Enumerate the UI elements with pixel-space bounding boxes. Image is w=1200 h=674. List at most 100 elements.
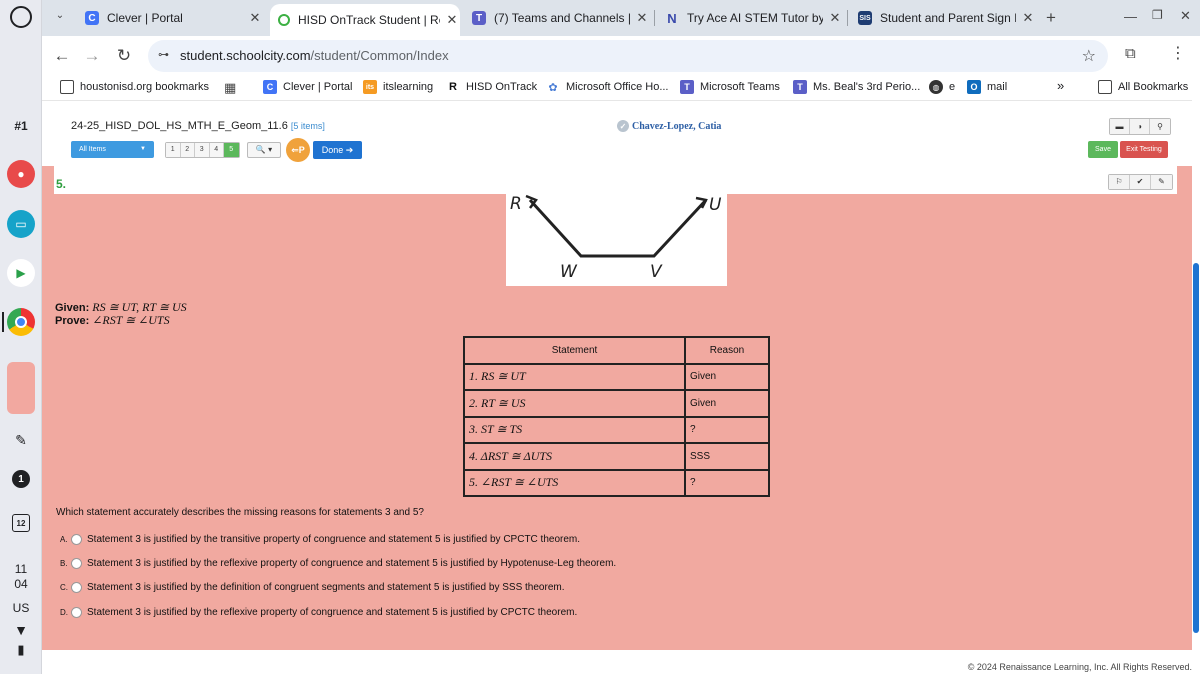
zoom-dropdown[interactable]: 🔍 ▾: [247, 142, 281, 158]
choice-a[interactable]: A. Statement 3 is justified by the transi…: [60, 534, 580, 545]
teams-icon: T: [472, 11, 486, 25]
extensions-icon[interactable]: ⧉: [1125, 45, 1136, 62]
site-info-icon[interactable]: ⊶: [158, 48, 169, 61]
radio-button[interactable]: [71, 582, 82, 593]
wifi-icon[interactable]: ▼: [0, 622, 42, 638]
contrast-icon[interactable]: ◑: [1130, 119, 1150, 134]
battery-icon[interactable]: ▮: [0, 642, 42, 658]
bookmark-star-icon[interactable]: ☆: [1082, 46, 1096, 66]
radio-button[interactable]: [71, 558, 82, 569]
close-tab-icon[interactable]: ✕: [1020, 10, 1036, 26]
tab-sis[interactable]: SIS Student and Parent Sign In ✕: [850, 6, 1036, 30]
classroom-app-icon[interactable]: ▭: [7, 210, 35, 238]
new-tab-icon[interactable]: +: [1046, 8, 1056, 28]
vertex-label-u: U: [709, 195, 722, 215]
restore-icon[interactable]: ❐: [1152, 8, 1163, 22]
minimize-icon[interactable]: —: [1124, 9, 1137, 24]
close-tab-icon[interactable]: ✕: [827, 10, 843, 26]
question-nav-4[interactable]: 4: [209, 143, 224, 157]
choice-b[interactable]: B. Statement 3 is justified by the reflex…: [60, 558, 616, 569]
scrollbar-thumb[interactable]: [1193, 263, 1199, 633]
palette-app-icon[interactable]: ●: [7, 160, 35, 188]
done-button[interactable]: Done ➔: [313, 141, 362, 159]
proof-table: Statement Reason 1. RS ≅ UT Given 2. RT …: [463, 336, 770, 497]
magnify-icon[interactable]: ⚲: [1150, 119, 1170, 134]
close-window-icon[interactable]: ✕: [1180, 8, 1191, 24]
apps-grid-icon: ▦: [224, 80, 237, 95]
question-nav-3[interactable]: 3: [195, 143, 210, 157]
notification-count[interactable]: 1: [12, 470, 30, 488]
print-icon[interactable]: ▬: [1110, 119, 1130, 134]
calendar-icon[interactable]: 12: [12, 514, 30, 532]
edit-icon[interactable]: ✎: [1151, 175, 1172, 189]
address-bar[interactable]: ⊶ student.schoolcity.com/student/Common/…: [148, 40, 1108, 72]
tab-clever[interactable]: C Clever | Portal ✕: [77, 6, 263, 30]
url-text[interactable]: student.schoolcity.com/student/Common/In…: [180, 48, 449, 63]
item-filter-dropdown[interactable]: All Items ▼: [71, 141, 154, 158]
desk-indicator[interactable]: #1: [0, 119, 42, 133]
vertex-label-v: V: [650, 262, 663, 282]
tab-search-icon[interactable]: ⌄: [52, 10, 68, 26]
bookmark-office[interactable]: ✿ Microsoft Office Ho...: [546, 80, 669, 94]
question-nav-1[interactable]: 1: [166, 143, 181, 157]
question-nav-2[interactable]: 2: [180, 143, 195, 157]
folder-icon: [60, 80, 74, 94]
close-tab-icon[interactable]: ✕: [247, 10, 263, 26]
bookmarks-overflow[interactable]: »: [1057, 78, 1064, 93]
choice-c[interactable]: C. Statement 3 is justified by the defini…: [60, 582, 565, 593]
forward-icon[interactable]: →: [80, 44, 104, 68]
proof-row: 4. ΔRST ≅ ΔUTS SSS: [463, 442, 770, 471]
web-page: 24-25_HISD_DOL_HS_MTH_E_Geom_11.6 [5 ite…: [42, 100, 1200, 674]
close-tab-icon[interactable]: ✕: [634, 10, 650, 26]
clever-icon: C: [263, 80, 277, 94]
ontrack-icon: [278, 14, 290, 26]
apps-grid[interactable]: ▦: [224, 80, 236, 96]
all-bookmarks[interactable]: All Bookmarks: [1098, 80, 1188, 94]
exit-testing-button[interactable]: Exit Testing: [1120, 141, 1168, 158]
close-tab-icon[interactable]: ✕: [444, 12, 460, 28]
locale-indicator[interactable]: US: [0, 601, 42, 615]
menu-icon[interactable]: ⋮: [1170, 43, 1186, 63]
bookmark-itslearning[interactable]: its itslearning: [363, 80, 433, 94]
question-area: 5. ⚐ ✔ ✎ R U W V Given: RS ≅ UT, RT ≅ US…: [42, 166, 1192, 646]
office-icon: ✿: [546, 80, 560, 94]
bookmark-clever[interactable]: C Clever | Portal: [263, 80, 353, 94]
date-day: 04: [14, 577, 28, 591]
choice-d[interactable]: D. Statement 3 is justified by the reflex…: [60, 607, 577, 618]
tab-ontrack[interactable]: HISD OnTrack Student | Ren ✕: [270, 4, 460, 36]
play-store-icon[interactable]: ▶: [7, 259, 35, 287]
question-nav-5[interactable]: 5: [224, 143, 239, 157]
course-title: 24-25_HISD_DOL_HS_MTH_E_Geom_11.6 [5 ite…: [71, 120, 325, 132]
teams-icon: T: [680, 80, 694, 94]
itslearning-icon: its: [363, 80, 377, 94]
scrollbar[interactable]: [1192, 166, 1200, 646]
chrome-icon[interactable]: [7, 308, 35, 336]
launcher-icon[interactable]: [10, 6, 32, 28]
save-button[interactable]: Save: [1088, 141, 1118, 158]
window-thumbnail-icon[interactable]: [7, 362, 35, 414]
bookmark-hisd-ontrack[interactable]: R HISD OnTrack: [446, 80, 537, 94]
previous-button[interactable]: ⇐P: [286, 138, 310, 162]
bookmark-ms-beal[interactable]: T Ms. Beal's 3rd Perio...: [793, 80, 920, 94]
test-header: 24-25_HISD_DOL_HS_MTH_E_Geom_11.6 [5 ite…: [42, 100, 1192, 166]
bookmark-houstonisd[interactable]: houstonisd.org bookmarks: [60, 80, 209, 94]
browser-toolbar: ← → ↻ ⊶ student.schoolcity.com/student/C…: [42, 36, 1200, 76]
reload-icon[interactable]: ↻: [112, 44, 136, 68]
copyright-footer: © 2024 Renaissance Learning, Inc. All Ri…: [967, 662, 1192, 672]
check-icon[interactable]: ✔: [1130, 175, 1151, 189]
pen-icon[interactable]: ✎: [7, 426, 35, 454]
radio-button[interactable]: [71, 607, 82, 618]
flag-icon[interactable]: ⚐: [1109, 175, 1130, 189]
reason-header: Reason: [684, 336, 770, 365]
bookmark-teams[interactable]: T Microsoft Teams: [680, 80, 780, 94]
tab-ace-ai[interactable]: N Try Ace AI STEM Tutor by N ✕: [657, 6, 843, 30]
tab-strip: ⌄ C Clever | Portal ✕ HISD OnTrack Stude…: [42, 0, 1200, 36]
back-icon[interactable]: ←: [50, 44, 74, 68]
tab-teams[interactable]: T (7) Teams and Channels | T ✕: [464, 6, 650, 30]
bookmark-mail[interactable]: Omail: [967, 80, 1007, 94]
bookmark-e[interactable]: ◍ e: [929, 80, 955, 94]
proof-row: 5. ∠RST ≅ ∠UTS ?: [463, 468, 770, 497]
question-nav: 1 2 3 4 5: [165, 142, 240, 158]
radio-button[interactable]: [71, 534, 82, 545]
vertex-label-r: R: [510, 194, 522, 214]
